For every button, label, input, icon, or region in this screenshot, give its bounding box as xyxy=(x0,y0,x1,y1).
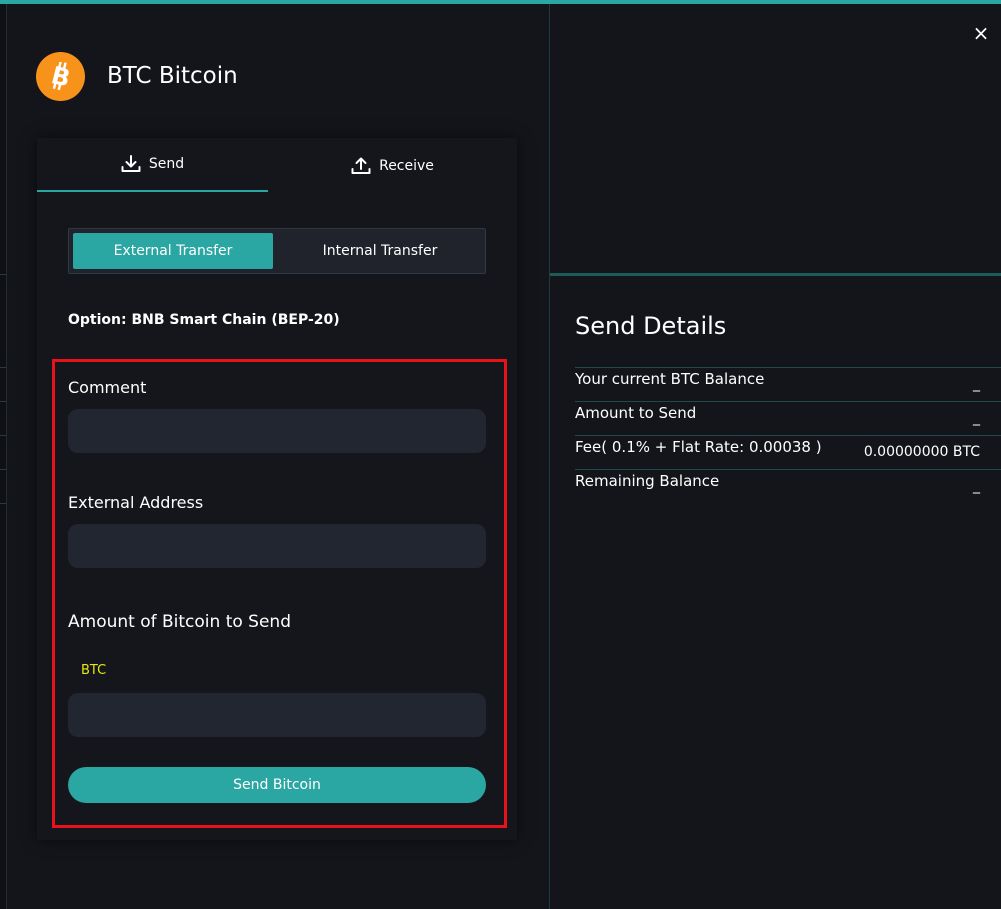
network-option-text: Option: BNB Smart Chain (BEP-20) xyxy=(68,312,340,328)
amount-label: Amount of Bitcoin to Send xyxy=(68,612,291,632)
details-row: Your current BTC Balance _ xyxy=(575,367,1001,402)
transfer-panel: Send Receive External Transfer Internal … xyxy=(37,138,517,840)
details-row-label: Amount to Send xyxy=(575,404,697,422)
vertical-divider xyxy=(549,4,550,909)
bitcoin-icon: B xyxy=(36,51,85,101)
send-details-title: Send Details xyxy=(575,312,727,340)
tab-receive[interactable]: Receive xyxy=(268,140,517,192)
tab-receive-label: Receive xyxy=(379,158,434,174)
send-bitcoin-button[interactable]: Send Bitcoin xyxy=(68,767,486,803)
edge-mark xyxy=(0,274,6,275)
details-row-value: _ xyxy=(973,478,980,494)
external-transfer-button[interactable]: External Transfer xyxy=(73,233,273,269)
details-row-value: _ xyxy=(973,410,980,426)
close-icon[interactable]: × xyxy=(973,21,990,45)
horizontal-divider xyxy=(550,273,1001,276)
tab-send[interactable]: Send xyxy=(37,138,268,192)
internal-transfer-button[interactable]: Internal Transfer xyxy=(279,233,481,269)
transfer-type-toggle: External Transfer Internal Transfer xyxy=(68,228,486,274)
upload-icon xyxy=(351,157,371,174)
currency-label: BTC xyxy=(81,663,107,678)
left-edge-strip xyxy=(0,4,7,909)
top-accent-bar xyxy=(0,0,1001,4)
page-title: BTC Bitcoin xyxy=(107,63,238,89)
edge-mark xyxy=(0,469,6,470)
edge-mark xyxy=(0,435,6,436)
details-row-label: Fee( 0.1% + Flat Rate: 0.00038 ) xyxy=(575,438,822,456)
edge-mark xyxy=(0,367,6,368)
modal-header: B BTC Bitcoin xyxy=(36,51,238,101)
comment-label: Comment xyxy=(68,378,147,397)
comment-input[interactable] xyxy=(68,409,486,453)
external-address-input[interactable] xyxy=(68,524,486,568)
edge-mark xyxy=(0,503,6,504)
close-button[interactable]: × xyxy=(970,22,992,44)
details-row: Amount to Send _ xyxy=(575,401,1001,436)
details-row: Fee( 0.1% + Flat Rate: 0.00038 ) 0.00000… xyxy=(575,435,1001,470)
details-row-value: _ xyxy=(973,376,980,392)
details-row-label: Remaining Balance xyxy=(575,472,720,490)
details-row-value: 0.00000000 BTC xyxy=(863,444,980,460)
tab-send-label: Send xyxy=(148,156,185,172)
edge-mark xyxy=(0,401,6,402)
external-address-label: External Address xyxy=(68,493,204,512)
amount-input[interactable] xyxy=(68,693,486,737)
download-icon xyxy=(121,155,141,172)
bitcoin-glyph: B xyxy=(49,62,73,90)
details-row-label: Your current BTC Balance xyxy=(575,370,765,388)
details-row: Remaining Balance _ xyxy=(575,469,1001,504)
